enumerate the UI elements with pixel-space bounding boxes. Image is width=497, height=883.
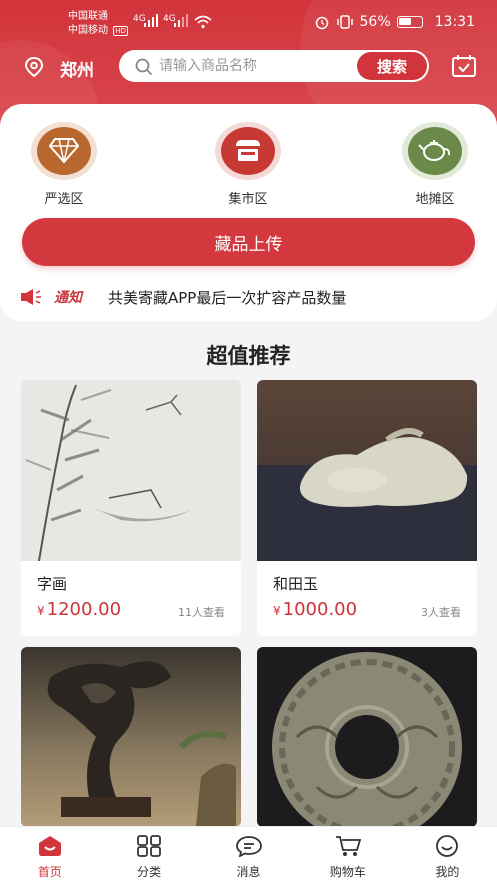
tab-messages[interactable]: 消息: [199, 827, 298, 883]
upload-collection-button[interactable]: 藏品上传: [22, 218, 475, 266]
product-card[interactable]: [21, 647, 241, 827]
product-price: ¥1200.00: [37, 599, 122, 620]
profile-icon: [436, 835, 459, 857]
wifi-icon: [194, 15, 212, 29]
zone-stall[interactable]: 地摊区: [395, 122, 475, 207]
carrier-info: 中国联通 中国移动 HD: [68, 10, 128, 38]
product-price: ¥1000.00: [273, 599, 358, 620]
product-card[interactable]: 字画 ¥1200.00 11人查看: [21, 380, 241, 636]
city-selector[interactable]: 郑州: [60, 56, 94, 81]
tab-category[interactable]: 分类: [99, 827, 198, 883]
zone-premium-badge: [31, 122, 97, 180]
home-icon: [38, 836, 61, 856]
tab-home-label: 首页: [37, 865, 62, 879]
product-views: 3人查看: [421, 606, 461, 619]
alarm-icon: [315, 16, 328, 30]
recommend-title: 超值推荐: [206, 344, 291, 368]
vibrate-icon: [336, 15, 353, 29]
zone-market-badge: [215, 122, 281, 180]
product-image-rock: [21, 647, 241, 827]
calendar-check-icon[interactable]: [451, 54, 477, 78]
tab-profile-label: 我的: [435, 865, 460, 879]
notice-tag: 通知: [54, 290, 82, 306]
category-icon: [137, 835, 162, 857]
hd-badge: HD: [113, 26, 128, 36]
tab-messages-label: 消息: [236, 865, 261, 879]
search-input[interactable]: [159, 50, 359, 82]
clock: 13:31: [434, 14, 475, 30]
product-image-jade: [257, 380, 477, 561]
signal-icon-2: [174, 14, 188, 27]
search-bar: 搜索: [119, 50, 429, 82]
zone-stall-label: 地摊区: [415, 192, 455, 207]
zone-market-label: 集市区: [228, 192, 268, 207]
notice-text: 共美寄藏APP最后一次扩容产品数量: [108, 289, 347, 307]
carrier-2: 中国移动: [68, 25, 108, 36]
zone-premium[interactable]: 严选区: [24, 122, 104, 207]
bottom-tab-bar: 首页 分类 消息 购物车 我的: [0, 826, 497, 883]
tab-category-label: 分类: [137, 865, 162, 879]
product-name: 字画: [37, 575, 68, 593]
cart-icon: [335, 836, 362, 856]
location-icon[interactable]: [24, 56, 44, 78]
product-card[interactable]: 和田玉 ¥1000.00 3人查看: [257, 380, 477, 636]
tab-cart[interactable]: 购物车: [298, 827, 397, 883]
carrier-1: 中国联通: [68, 11, 108, 22]
zone-premium-label: 严选区: [44, 192, 84, 207]
main-card: 严选区 集市区 地摊区 藏品上传 通知 共美寄藏APP最后一次扩容产品数量: [0, 104, 497, 321]
diamond-icon: [49, 138, 79, 164]
status-bar: 中国联通 中国移动 HD 4G 4G 56% 13:31: [0, 0, 497, 50]
search-button[interactable]: 搜索: [357, 52, 427, 80]
product-image-painting: [21, 380, 241, 561]
zone-stall-badge: [402, 122, 468, 180]
zone-market[interactable]: 集市区: [208, 122, 288, 207]
product-name: 和田玉: [273, 575, 319, 593]
teapot-icon: [418, 140, 451, 161]
tab-home[interactable]: 首页: [0, 827, 99, 883]
notice-bar[interactable]: 通知 共美寄藏APP最后一次扩容产品数量: [20, 284, 480, 310]
search-icon: [135, 58, 153, 76]
tab-profile[interactable]: 我的: [398, 827, 497, 883]
message-icon: [235, 836, 262, 858]
shop-icon: [236, 140, 260, 161]
product-views: 11人查看: [178, 606, 225, 619]
tab-cart-label: 购物车: [329, 865, 366, 879]
product-image-jade-disc: [257, 647, 477, 827]
battery-percent: 56%: [359, 14, 391, 30]
product-card[interactable]: [257, 647, 477, 827]
speaker-icon: [21, 289, 41, 305]
signal-icon: [144, 14, 158, 27]
battery-icon: [396, 16, 423, 28]
top-bar: 郑州 搜索: [0, 48, 497, 86]
